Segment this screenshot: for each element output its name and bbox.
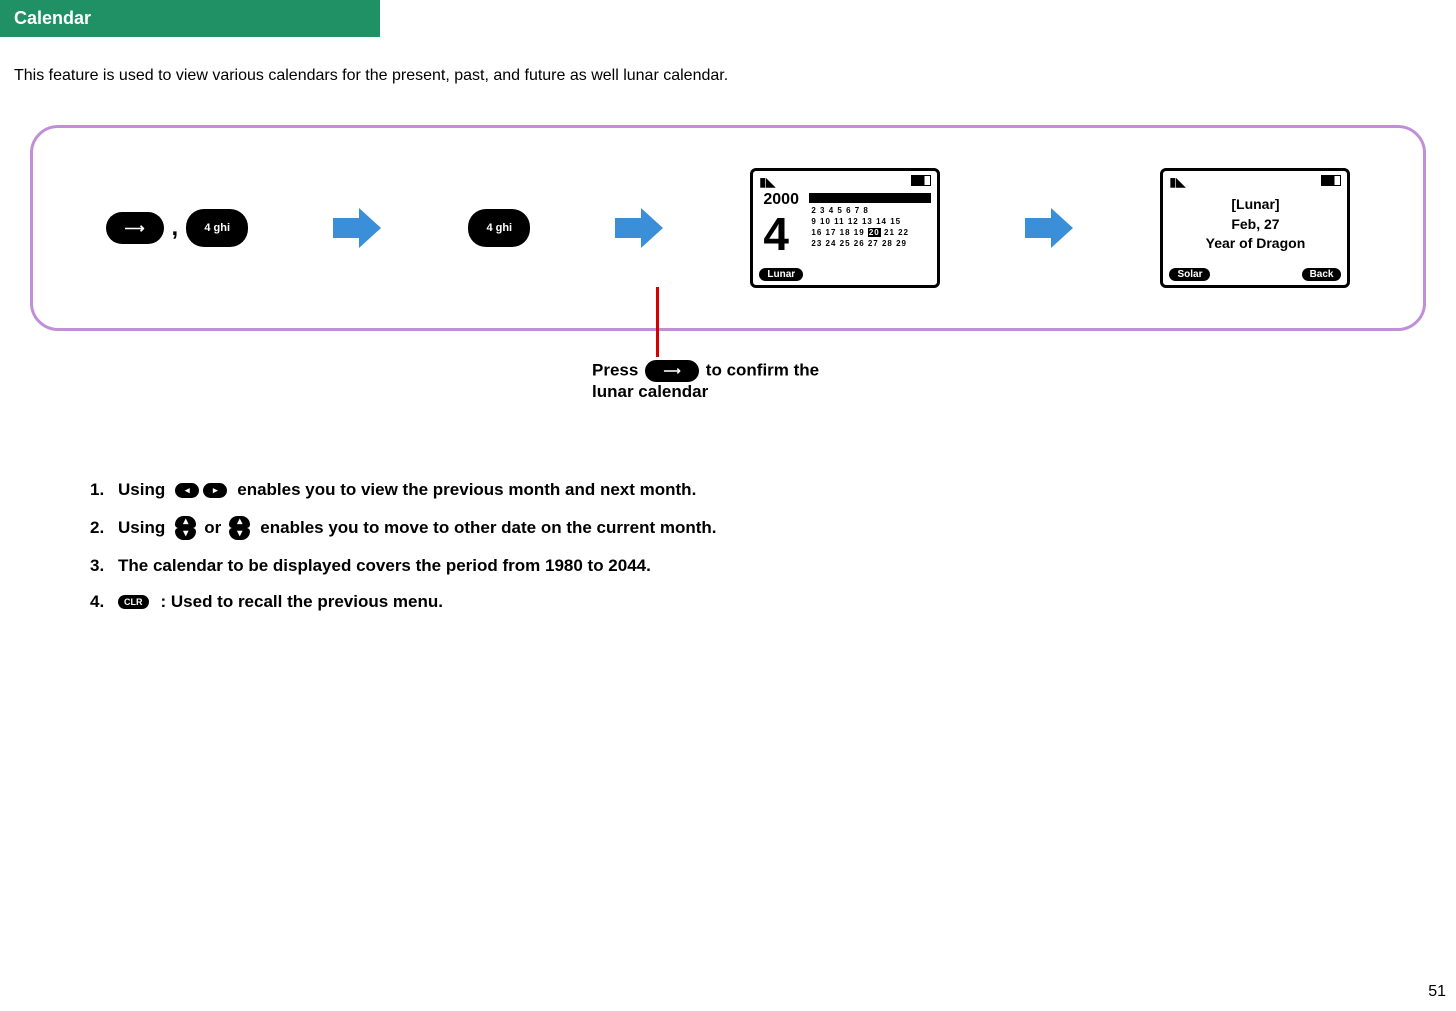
section-header: Calendar — [0, 0, 380, 37]
lunar-date: Feb, 27 — [1167, 215, 1343, 235]
updown-key-icon: ▴▾ — [175, 516, 196, 540]
softkey-solar[interactable]: Solar — [1169, 268, 1210, 281]
cal-year: 2000 — [763, 191, 799, 209]
volume-key-icon: ▴▾ — [229, 516, 250, 540]
comma: , — [172, 214, 179, 242]
note-3: 3. The calendar to be displayed covers t… — [90, 556, 717, 576]
lunar-content: [Lunar] Feb, 27 Year of Dragon — [1167, 195, 1343, 254]
cal-header-bar — [809, 193, 931, 203]
phone-screen-calendar: ▮◣ 2000 4 2 3 4 5 6 7 8 9 10 11 12 13 14… — [750, 168, 940, 288]
arrow-icon — [615, 208, 665, 248]
intro-text: This feature is used to view various cal… — [14, 67, 1442, 85]
key-4-icon: 4 ghi — [468, 209, 530, 247]
right-key-icon: ▸ — [203, 483, 227, 498]
signal-icon: ▮◣ — [1169, 175, 1185, 189]
page-number: 51 — [1428, 983, 1446, 1001]
note-4: 4. CLR : Used to recall the previous men… — [90, 592, 717, 612]
cal-month: 4 — [763, 211, 789, 257]
softkey-lunar[interactable]: Lunar — [759, 268, 803, 281]
phone-screen-lunar: ▮◣ [Lunar] Feb, 27 Year of Dragon Solar … — [1160, 168, 1350, 288]
ok-key-icon: ⟶ — [106, 212, 164, 244]
left-key-icon: ◂ — [175, 483, 199, 498]
note-2: 2. Using ▴▾ or ▴▾ enables you to move to… — [90, 516, 717, 540]
flow-diagram: ⟶ , 4 ghi 4 ghi ▮◣ 2000 4 2 3 4 5 6 7 8 … — [30, 125, 1426, 331]
note-1: 1. Using ◂ ▸ enables you to view the pre… — [90, 480, 717, 500]
ok-key-icon: ⟶ — [645, 360, 699, 382]
lunar-year: Year of Dragon — [1167, 234, 1343, 254]
callout-line — [656, 287, 659, 357]
arrow-icon — [333, 208, 383, 248]
signal-icon: ▮◣ — [759, 175, 775, 189]
cal-grid: 2 3 4 5 6 7 8 9 10 11 12 13 14 15 16 17 … — [811, 205, 931, 249]
callout-caption: Press ⟶ to confirm the lunar calendar — [592, 360, 832, 402]
arrow-icon — [1025, 208, 1075, 248]
softkey-back[interactable]: Back — [1302, 268, 1342, 281]
notes-list: 1. Using ◂ ▸ enables you to view the pre… — [90, 480, 717, 628]
lunar-title: [Lunar] — [1167, 195, 1343, 215]
step-1-keys: ⟶ , 4 ghi — [106, 209, 249, 247]
key-4-icon: 4 ghi — [186, 209, 248, 247]
section-title: Calendar — [14, 8, 91, 28]
battery-icon — [1321, 175, 1341, 186]
clr-key-icon: CLR — [118, 595, 149, 609]
battery-icon — [911, 175, 931, 186]
